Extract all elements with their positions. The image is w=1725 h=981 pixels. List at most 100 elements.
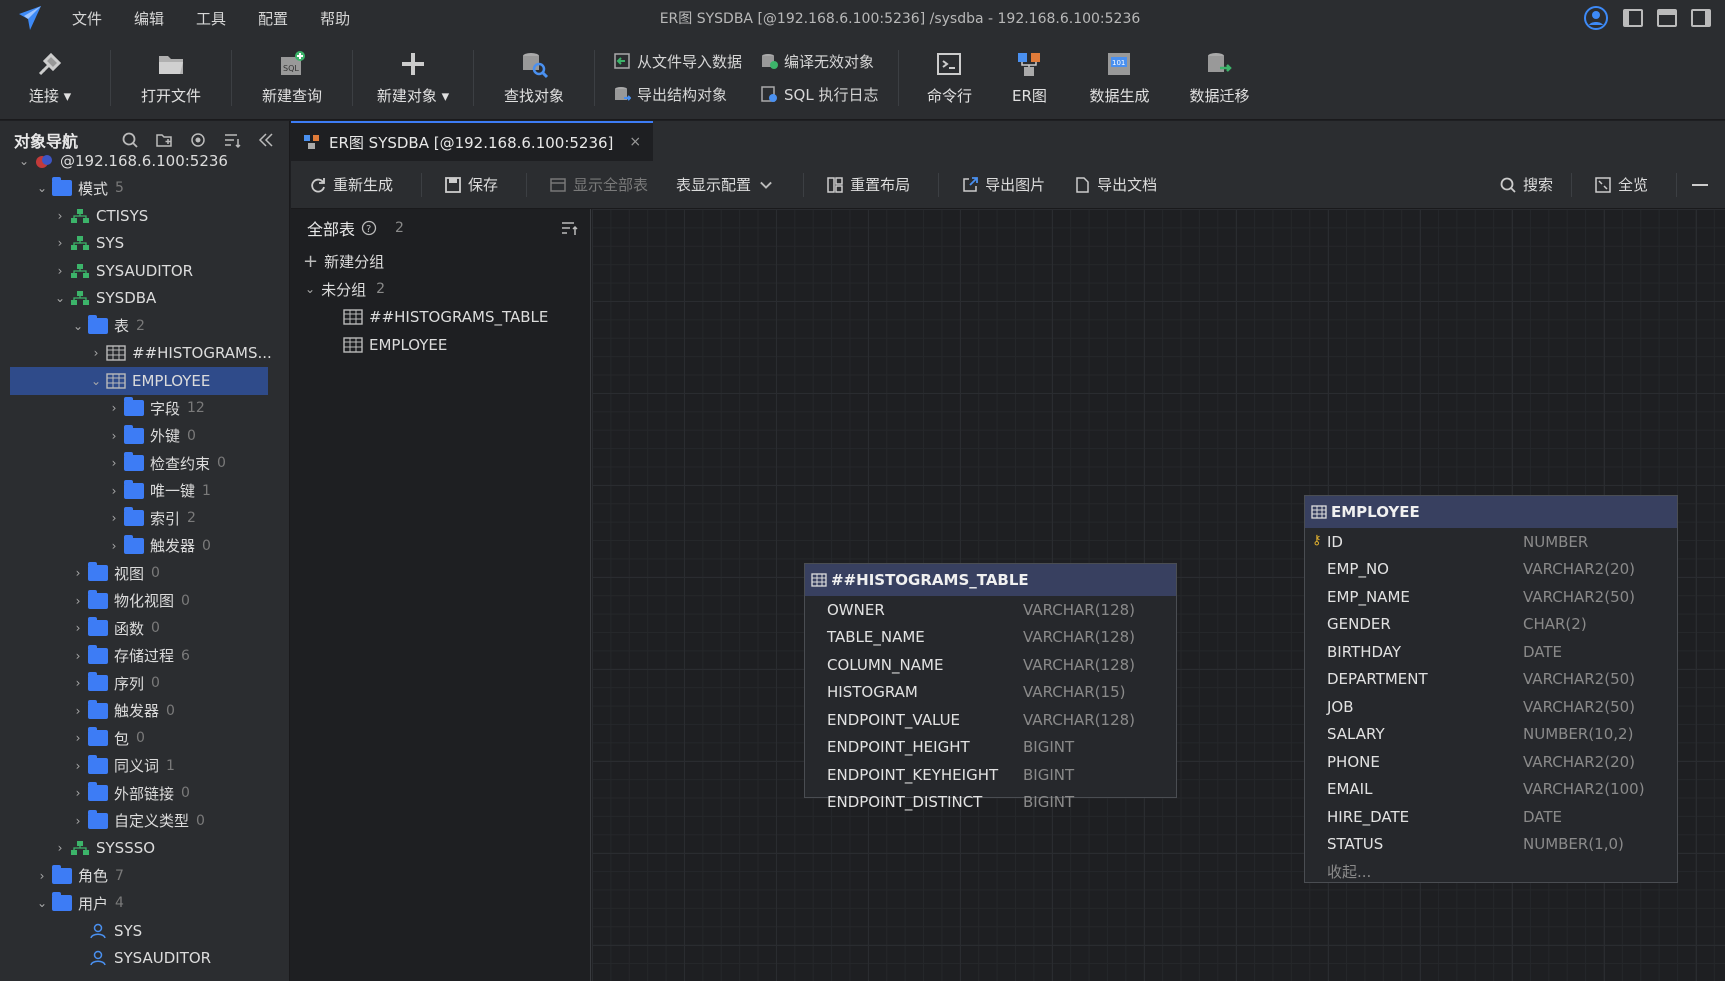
expand-toggle-icon[interactable]: ⌄ (88, 374, 104, 388)
tree-node[interactable]: › 检查约束 0 (0, 450, 289, 478)
tab-close-icon[interactable]: × (629, 134, 641, 150)
sort-icon[interactable] (560, 219, 578, 237)
menu-file[interactable]: 文件 (56, 8, 118, 29)
export-image-button[interactable]: 导出图片 (961, 174, 1045, 195)
expand-toggle-icon[interactable]: › (106, 456, 122, 470)
save-button[interactable]: 保存 (444, 174, 498, 195)
export-doc-button[interactable]: 导出文档 (1073, 174, 1157, 195)
tree-node[interactable]: ⌄ 用户 4 (0, 890, 289, 918)
open-file-button[interactable]: 打开文件 (121, 36, 221, 120)
expand-toggle-icon[interactable]: › (88, 346, 104, 360)
tree-node[interactable]: › 唯一键 1 (0, 477, 289, 505)
expand-toggle-icon[interactable]: ⌄ (52, 291, 68, 305)
expand-toggle-icon[interactable]: ⌄ (34, 896, 50, 910)
entity-field-row[interactable]: STATUS NUMBER(1,0) (1305, 831, 1677, 859)
menu-help[interactable]: 帮助 (304, 8, 366, 29)
entity-field-row[interactable]: HISTOGRAM VARCHAR(15) (805, 679, 1176, 707)
data-migrate-button[interactable]: 数据迁移 (1169, 36, 1269, 120)
entity-employee[interactable]: EMPLOYEE ⚷ ID NUMBER EMP_NO VARCHAR2(20) EMP_… (1304, 495, 1678, 883)
expand-toggle-icon[interactable]: ⌄ (34, 181, 50, 195)
tree-node[interactable]: › 触发器 0 (0, 697, 289, 725)
import-data-button[interactable]: 从文件导入数据 (613, 51, 742, 72)
expand-toggle-icon[interactable]: › (52, 841, 68, 855)
entity-field-row[interactable]: ENDPOINT_KEYHEIGHT BIGINT (805, 761, 1176, 789)
help-icon[interactable]: ? (361, 220, 377, 236)
new-group-button[interactable]: + 新建分组 (291, 247, 590, 275)
entity-field-row[interactable]: JOB VARCHAR2(50) (1305, 693, 1677, 721)
export-struct-button[interactable]: 导出结构对象 (613, 84, 742, 105)
expand-toggle-icon[interactable]: › (70, 621, 86, 635)
collapse-fields-link[interactable]: 收起... (1305, 858, 1677, 886)
entity-field-row[interactable]: TABLE_NAME VARCHAR(128) (805, 624, 1176, 652)
expand-toggle-icon[interactable]: › (70, 676, 86, 690)
expand-toggle-icon[interactable]: › (106, 511, 122, 525)
expand-toggle-icon[interactable]: › (70, 704, 86, 718)
expand-toggle-icon[interactable]: › (106, 539, 122, 553)
expand-toggle-icon[interactable]: › (70, 594, 86, 608)
sql-log-button[interactable]: SQL 执行日志 (760, 84, 878, 105)
ungrouped-group[interactable]: ⌄ 未分组 2 (291, 275, 590, 303)
entity-field-row[interactable]: ⚷ ID NUMBER (1305, 528, 1677, 556)
expand-toggle-icon[interactable]: ⌄ (70, 319, 86, 333)
tree-node[interactable]: › SYS (0, 230, 289, 258)
expand-toggle-icon[interactable]: › (52, 264, 68, 278)
compile-invalid-button[interactable]: 编译无效对象 (760, 51, 878, 72)
entity-field-row[interactable]: PHONE VARCHAR2(20) (1305, 748, 1677, 776)
entity-field-row[interactable]: COLUMN_NAME VARCHAR(128) (805, 651, 1176, 679)
expand-toggle-icon[interactable]: › (52, 209, 68, 223)
entity-field-row[interactable]: HIRE_DATE DATE (1305, 803, 1677, 831)
entity-field-row[interactable]: EMAIL VARCHAR2(100) (1305, 776, 1677, 804)
tree-node[interactable]: › 外键 0 (0, 422, 289, 450)
menu-tools[interactable]: 工具 (180, 8, 242, 29)
tree-node[interactable]: › 自定义类型 0 (0, 807, 289, 835)
toggle-left-panel-icon[interactable] (1623, 9, 1643, 27)
tree-node[interactable]: › 序列 0 (0, 670, 289, 698)
expand-toggle-icon[interactable]: › (52, 236, 68, 250)
expand-toggle-icon[interactable]: › (34, 869, 50, 883)
entity-field-row[interactable]: SALARY NUMBER(10,2) (1305, 721, 1677, 749)
expand-toggle-icon[interactable]: ⌄ (16, 154, 32, 168)
entity-field-row[interactable]: ENDPOINT_HEIGHT BIGINT (805, 734, 1176, 762)
entity-field-row[interactable]: OWNER VARCHAR(128) (805, 596, 1176, 624)
regenerate-button[interactable]: 重新生成 (309, 174, 393, 195)
tree-node[interactable]: ⌄ @192.168.6.100:5236 (0, 147, 289, 175)
toggle-right-panel-icon[interactable] (1691, 9, 1711, 27)
overview-button[interactable]: 全览 (1594, 174, 1648, 195)
search-button[interactable]: 搜索 (1499, 174, 1553, 195)
tree-node[interactable]: › 视图 0 (0, 560, 289, 588)
tree-node[interactable]: › 函数 0 (0, 615, 289, 643)
expand-toggle-icon[interactable]: › (106, 429, 122, 443)
er-diagram-button[interactable]: ER图 (989, 36, 1069, 120)
tree-node[interactable]: SYSAUDITOR (0, 945, 289, 973)
tree-node[interactable]: › 字段 12 (0, 395, 289, 423)
table-list-item[interactable]: ##HISTOGRAMS_TABLE (291, 303, 590, 331)
reset-layout-button[interactable]: 重置布局 (826, 174, 910, 195)
entity-field-row[interactable]: ENDPOINT_DISTINCT BIGINT (805, 789, 1176, 817)
expand-toggle-icon[interactable]: › (70, 814, 86, 828)
tree-node[interactable]: › 角色 7 (0, 862, 289, 890)
entity-field-row[interactable]: DEPARTMENT VARCHAR2(50) (1305, 666, 1677, 694)
entity-field-row[interactable]: BIRTHDAY DATE (1305, 638, 1677, 666)
menu-edit[interactable]: 编辑 (118, 8, 180, 29)
tab-er-sysdba[interactable]: ER图 SYSDBA [@192.168.6.100:5236] × (291, 121, 654, 161)
tree-node[interactable]: ⌄ EMPLOYEE (10, 367, 268, 395)
tree-node[interactable]: › 同义词 1 (0, 752, 289, 780)
expand-toggle-icon[interactable]: › (70, 649, 86, 663)
tree-node[interactable]: › 存储过程 6 (0, 642, 289, 670)
tree-node[interactable]: › 触发器 0 (0, 532, 289, 560)
cmdline-button[interactable]: 命令行 (909, 36, 989, 120)
menu-config[interactable]: 配置 (242, 8, 304, 29)
tree-node[interactable]: ⌄ 模式 5 (0, 175, 289, 203)
tree-node[interactable]: ⌄ SYSDBA (0, 285, 289, 313)
tree-node[interactable]: › ##HISTOGRAMS... (0, 340, 289, 368)
expand-toggle-icon[interactable]: › (106, 401, 122, 415)
tree-node[interactable]: › SYSSSO (0, 835, 289, 863)
expand-toggle-icon[interactable]: › (106, 484, 122, 498)
tree-node[interactable]: › SYSAUDITOR (0, 257, 289, 285)
show-all-tables-button[interactable]: 显示全部表 (549, 174, 648, 195)
entity-field-row[interactable]: EMP_NO VARCHAR2(20) (1305, 556, 1677, 584)
tree-node[interactable]: › 索引 2 (0, 505, 289, 533)
expand-toggle-icon[interactable]: › (70, 786, 86, 800)
find-object-button[interactable]: 查找对象 (484, 36, 584, 120)
display-config-dropdown[interactable]: 表显示配置 (676, 174, 775, 195)
